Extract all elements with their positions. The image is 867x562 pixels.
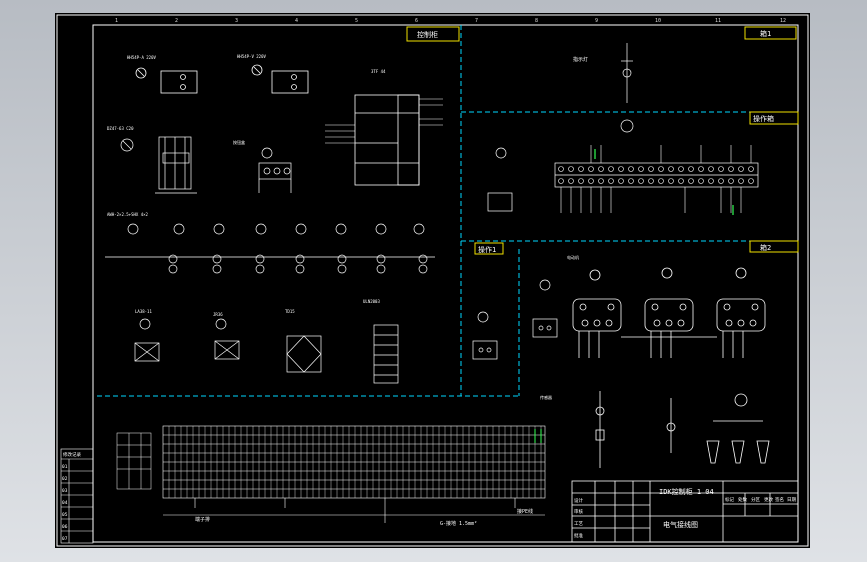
motor-row bbox=[105, 223, 435, 274]
svg-text:3: 3 bbox=[235, 18, 238, 24]
motor-row-label: 电动机 bbox=[567, 254, 579, 260]
title-header-cell: 分区 bbox=[751, 496, 760, 503]
contactor-label: 3TF 44 bbox=[371, 69, 386, 74]
svg-text:11: 11 bbox=[715, 18, 721, 24]
title-row-label: 批准 bbox=[574, 532, 583, 539]
small1-label: LA38-11 bbox=[135, 309, 152, 314]
title-row-label: 设计 bbox=[574, 497, 583, 504]
title-drawing-name: 电气接线图 bbox=[663, 520, 698, 529]
title-header-cell: 标记 bbox=[725, 496, 734, 503]
box-right-label: 箱2 bbox=[760, 243, 771, 252]
plc-green-marks bbox=[594, 149, 734, 215]
title-header-cell: 签名 bbox=[775, 496, 784, 503]
term-block-label: TD15 bbox=[285, 309, 295, 314]
control-panel-label: 控制柜 bbox=[417, 30, 438, 39]
lower-right-devices bbox=[595, 391, 770, 468]
revision-row: 04 bbox=[62, 500, 68, 506]
small-box-devices bbox=[472, 279, 558, 360]
relay2-label: HH54P-V 220V bbox=[237, 54, 266, 59]
svg-text:6: 6 bbox=[415, 18, 418, 24]
breaker-block bbox=[120, 136, 292, 194]
title-header-cell: 日期 bbox=[787, 497, 796, 503]
motor-blocks bbox=[572, 267, 766, 358]
title-row-label: 审核 bbox=[574, 508, 583, 515]
table-left-grid bbox=[116, 432, 152, 490]
lamp-label: 指示灯 bbox=[573, 56, 588, 63]
title-project: IDK控制柜 1 04 bbox=[659, 487, 714, 496]
small2-label: JR36 bbox=[213, 312, 223, 317]
relay1-label: HH54P-A 220V bbox=[127, 55, 156, 60]
frame-numbers: 1 2 3 4 5 6 7 8 9 10 11 12 bbox=[115, 18, 786, 24]
relay-group bbox=[135, 64, 309, 94]
svg-text:12: 12 bbox=[780, 18, 786, 24]
svg-text:4: 4 bbox=[295, 18, 298, 24]
drawing-canvas: 1 2 3 4 5 6 7 8 9 10 11 12 控制柜 箱1 操作箱 操作… bbox=[55, 13, 810, 548]
svg-text:1: 1 bbox=[115, 18, 118, 24]
svg-text:10: 10 bbox=[655, 18, 661, 24]
plc-terminal-strip bbox=[487, 119, 759, 212]
electrical-schematic: 1 2 3 4 5 6 7 8 9 10 11 12 控制柜 箱1 操作箱 操作… bbox=[56, 14, 809, 547]
ground-bus bbox=[163, 498, 545, 523]
revision-row: 05 bbox=[62, 512, 68, 518]
revision-table-title: 修改记录 bbox=[63, 451, 81, 458]
svg-text:2: 2 bbox=[175, 18, 178, 24]
sensor-label: 传感器 bbox=[540, 394, 552, 400]
revision-row: 01 bbox=[62, 464, 68, 470]
svg-text:5: 5 bbox=[355, 18, 358, 24]
box-small-label: 操作1 bbox=[478, 245, 496, 254]
terminal-green-marks bbox=[534, 429, 542, 443]
svg-text:8: 8 bbox=[535, 18, 538, 24]
button-set-label: 按钮盒 bbox=[233, 139, 245, 145]
terminal-label-c: 接PE线 bbox=[517, 508, 533, 515]
ic-label: ULN2003 bbox=[363, 299, 380, 304]
svg-text:9: 9 bbox=[595, 18, 598, 24]
revision-row: 03 bbox=[62, 488, 68, 494]
lower-left-components bbox=[134, 318, 399, 384]
lamp-assembly bbox=[621, 43, 633, 103]
cad-viewport: 1 2 3 4 5 6 7 8 9 10 11 12 控制柜 箱1 操作箱 操作… bbox=[0, 0, 867, 562]
svg-text:7: 7 bbox=[475, 18, 478, 24]
box-top-right-label: 操作箱 bbox=[753, 114, 774, 123]
terminal-label-b: G-接地 1.5mm² bbox=[440, 520, 477, 527]
box1-label: 箱1 bbox=[760, 29, 771, 38]
title-header-cell: 处数 bbox=[738, 496, 747, 503]
cable-row-label: AWH-2×2.5+SHX 4×2 bbox=[107, 212, 149, 217]
contactor-block bbox=[325, 94, 443, 186]
title-header-cell: 更改 bbox=[764, 496, 773, 503]
revision-row: 02 bbox=[62, 476, 68, 482]
terminal-table bbox=[162, 425, 546, 499]
breaker-label: DZ47-63 C20 bbox=[107, 126, 134, 131]
outer-frame bbox=[56, 14, 809, 547]
revision-row: 06 bbox=[62, 524, 68, 530]
box-right-tag bbox=[749, 240, 799, 253]
region-boundaries bbox=[97, 25, 798, 397]
terminal-label-a: 端子排 bbox=[195, 516, 210, 523]
title-row-label: 工艺 bbox=[574, 521, 583, 527]
inner-frame bbox=[92, 24, 799, 543]
revision-row: 07 bbox=[62, 536, 68, 542]
